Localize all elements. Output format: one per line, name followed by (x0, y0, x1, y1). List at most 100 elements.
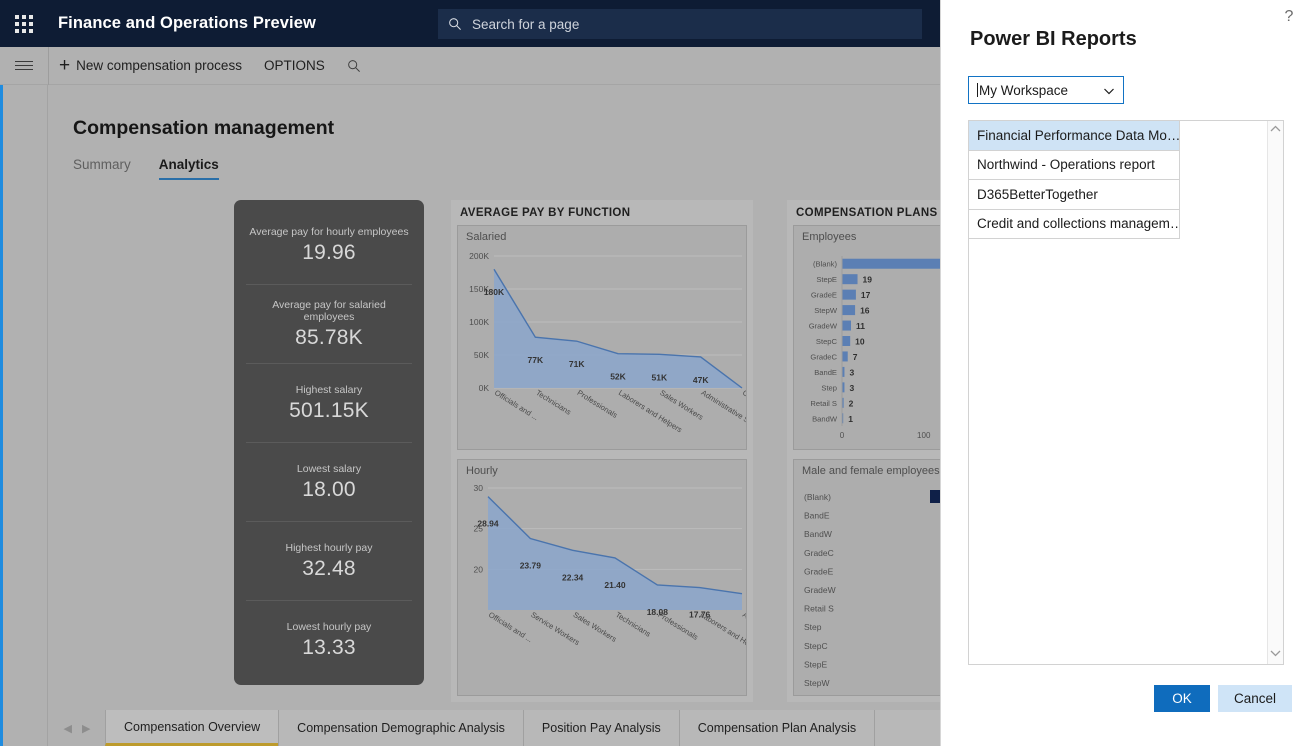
left-rail (0, 85, 48, 746)
kpi-tile: Lowest hourly pay 13.33 (246, 601, 412, 679)
svg-text:StepE: StepE (804, 659, 827, 669)
salaried-chart-title: Salaried (466, 231, 506, 243)
workspace-select[interactable]: My Workspace (968, 76, 1124, 104)
svg-text:7: 7 (853, 352, 858, 362)
page-title: Compensation management (73, 117, 334, 140)
svg-text:(Blank): (Blank) (813, 260, 838, 269)
chevron-up-icon[interactable] (1270, 125, 1281, 136)
svg-text:21.40: 21.40 (604, 580, 626, 590)
hourly-chart-title: Hourly (466, 465, 498, 477)
chevron-right-icon[interactable]: ▶ (82, 722, 90, 735)
hourly-area-chart[interactable]: Hourly 20253028.9423.7922.3421.4018.0817… (457, 459, 747, 696)
svg-text:(Blank): (Blank) (804, 492, 831, 502)
svg-text:BandW: BandW (804, 529, 832, 539)
action-pane: + New compensation process OPTIONS (0, 47, 940, 85)
svg-text:Officials and ...: Officials and ... (487, 610, 534, 644)
kpi-tile: Average pay for hourly employees 19.96 (246, 206, 412, 285)
svg-text:50K: 50K (474, 350, 489, 360)
employees-chart-title: Employees (802, 231, 856, 243)
svg-text:28.94: 28.94 (477, 519, 499, 529)
svg-text:BandE: BandE (804, 511, 830, 521)
svg-text:2: 2 (849, 398, 854, 408)
chevron-down-icon[interactable] (1270, 649, 1281, 660)
svg-text:47K: 47K (693, 375, 709, 385)
svg-text:GradeE: GradeE (804, 566, 834, 576)
svg-text:StepC: StepC (804, 641, 828, 651)
svg-text:10: 10 (855, 337, 865, 347)
male-female-chart-title: Male and female employees (802, 465, 940, 477)
svg-text:0K: 0K (479, 383, 490, 393)
compensation-plans-card: COMPENSATION PLANS Employees (Blank)Step… (787, 200, 940, 746)
tab-compensation-demographic-analysis[interactable]: Compensation Demographic Analysis (278, 710, 523, 746)
svg-text:71K: 71K (569, 359, 585, 369)
svg-text:3: 3 (849, 383, 854, 393)
help-icon[interactable]: ? (1280, 8, 1298, 26)
svg-text:Laborers and Helpers: Laborers and Helpers (699, 610, 747, 656)
app-launcher-icon[interactable] (0, 0, 48, 47)
svg-text:22.34: 22.34 (562, 572, 584, 582)
action-pane-search-icon[interactable] (337, 47, 371, 85)
svg-text:17: 17 (861, 290, 871, 300)
hamburger-icon[interactable] (0, 47, 48, 85)
svg-text:Officials and ...: Officials and ... (493, 388, 540, 422)
chevron-left-icon[interactable]: ◀ (64, 722, 72, 735)
svg-text:GradeW: GradeW (809, 322, 838, 331)
reports-list: Financial Performance Data Mo… Northwind… (969, 121, 1180, 239)
svg-text:GradeW: GradeW (804, 585, 836, 595)
svg-text:Step: Step (821, 383, 837, 392)
top-navigation-bar: Finance and Operations Preview (0, 0, 940, 47)
kpi-label: Lowest hourly pay (287, 621, 372, 633)
svg-text:23.79: 23.79 (520, 561, 542, 571)
average-pay-by-function-card: AVERAGE PAY BY FUNCTION Salaried 0K 50K 10… (451, 200, 753, 746)
tab-bar-filler (874, 710, 940, 746)
svg-text:GradeE: GradeE (811, 291, 837, 300)
kpi-label: Average pay for hourly employees (249, 226, 408, 238)
tab-compensation-overview[interactable]: Compensation Overview (105, 710, 278, 746)
reports-list-scrollbar[interactable] (1267, 121, 1283, 664)
panel-action-buttons: OK Cancel (1154, 685, 1292, 712)
salaried-area-chart[interactable]: Salaried 0K50K100K150K200K180K77K71K52K5… (457, 225, 747, 450)
svg-text:Retail S: Retail S (810, 399, 837, 408)
svg-text:52K: 52K (610, 372, 626, 382)
svg-text:19: 19 (863, 275, 873, 285)
tab-nav-arrows: ◀ ▶ (49, 710, 105, 746)
svg-text:200K: 200K (469, 251, 489, 261)
search-input[interactable] (470, 16, 912, 33)
svg-text:Professionals: Professionals (576, 388, 620, 420)
hourly-chart-plot: 20253028.9423.7922.3421.4018.0817.76Offi… (458, 460, 747, 696)
list-item[interactable]: Financial Performance Data Mo… (969, 121, 1180, 151)
options-button[interactable]: OPTIONS (252, 47, 337, 85)
svg-text:77K: 77K (528, 355, 544, 365)
page-subtabs: Summary Analytics (73, 157, 219, 180)
svg-text:StepC: StepC (816, 337, 838, 346)
svg-text:StepW: StepW (804, 678, 830, 688)
new-compensation-process-button[interactable]: + New compensation process (49, 47, 252, 85)
tab-compensation-plan-analysis[interactable]: Compensation Plan Analysis (679, 710, 874, 746)
kpi-card: Average pay for hourly employees 19.96 A… (234, 200, 424, 685)
svg-text:GradeC: GradeC (810, 352, 837, 361)
subtab-summary[interactable]: Summary (73, 157, 131, 180)
svg-text:BandE: BandE (814, 368, 837, 377)
left-rail-accent (0, 85, 3, 746)
chevron-down-icon (1103, 84, 1115, 96)
kpi-tile: Highest salary 501.15K (246, 364, 412, 443)
tab-position-pay-analysis[interactable]: Position Pay Analysis (523, 710, 679, 746)
subtab-analytics[interactable]: Analytics (159, 157, 219, 180)
svg-text:Technicians: Technicians (534, 388, 573, 417)
svg-text:100K: 100K (469, 317, 489, 327)
svg-text:Administrative Support Wo...: Administrative Support Wo... (700, 388, 747, 447)
male-female-chart-plot: (Blank)148BandEBandWGradeCGradeEGradeWRe… (794, 460, 940, 696)
list-item[interactable]: Credit and collections managem… (969, 210, 1180, 240)
kpi-label: Average pay for salaried employees (246, 299, 412, 323)
bottom-tab-bar: ◀ ▶ Compensation Overview Compensation D… (49, 702, 940, 746)
svg-text:180K: 180K (484, 287, 505, 297)
list-item[interactable]: D365BetterTogether (969, 180, 1180, 210)
cancel-button[interactable]: Cancel (1218, 685, 1292, 712)
average-pay-card-title: AVERAGE PAY BY FUNCTION (451, 200, 753, 225)
list-item[interactable]: Northwind - Operations report (969, 151, 1180, 181)
text-caret (977, 83, 978, 97)
global-search[interactable] (438, 9, 922, 39)
ok-button[interactable]: OK (1154, 685, 1210, 712)
male-female-employees-chart[interactable]: Male and female employees (Blank)148Band… (793, 459, 940, 696)
employees-bar-chart[interactable]: Employees (Blank)StepE19GradeE17StepW16G… (793, 225, 940, 450)
